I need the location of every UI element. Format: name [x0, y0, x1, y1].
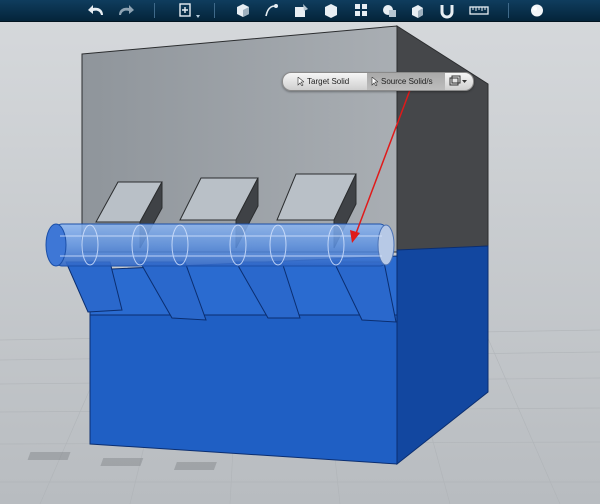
- measure-button[interactable]: [468, 1, 490, 20]
- snap-icon: [440, 5, 454, 19]
- source-solids-option[interactable]: Source Solid/s: [367, 73, 445, 90]
- redo-icon: [119, 5, 134, 15]
- combine-button[interactable]: [408, 1, 426, 20]
- undo-icon: [88, 5, 103, 15]
- selection-mode-icon: [449, 75, 467, 86]
- material-icon: [531, 4, 543, 17]
- construct-button[interactable]: [292, 1, 310, 20]
- cursor-icon: [297, 77, 304, 87]
- undo-button[interactable]: [86, 1, 108, 20]
- target-solid-label: Target Solid: [307, 77, 350, 86]
- pattern-button[interactable]: [352, 1, 370, 20]
- sketch-icon: [265, 4, 278, 17]
- toolbar-separator: [214, 3, 215, 18]
- hinge-pin[interactable]: [45, 223, 395, 267]
- combine-icon: [412, 5, 423, 18]
- main-toolbar: [0, 0, 600, 22]
- redo-button[interactable]: [114, 1, 136, 20]
- toolbar-separator: [154, 3, 155, 18]
- cursor-icon: [371, 77, 378, 87]
- measure-icon: [469, 6, 489, 15]
- target-solid-option[interactable]: Target Solid: [297, 73, 349, 90]
- add-caret: [196, 15, 200, 18]
- sketch-button[interactable]: [262, 1, 280, 20]
- group-button[interactable]: [380, 1, 398, 20]
- group-icon: [383, 5, 396, 17]
- snap-button[interactable]: [438, 1, 456, 20]
- pattern-icon: [355, 4, 367, 16]
- toolbar-separator: [508, 3, 509, 18]
- selection-mode-dropdown[interactable]: [447, 75, 469, 88]
- primitives-icon: [237, 4, 249, 17]
- source-solids-label: Source Solid/s: [381, 77, 433, 86]
- construct-icon: [295, 4, 308, 17]
- combine-selector-bar: Target Solid Source Solid/s: [282, 72, 474, 91]
- modify-icon: [325, 4, 337, 18]
- material-button[interactable]: [528, 1, 546, 20]
- modify-button[interactable]: [322, 1, 340, 20]
- primitives-button[interactable]: [234, 1, 252, 20]
- add-icon: [179, 3, 191, 17]
- add-button[interactable]: [176, 1, 194, 20]
